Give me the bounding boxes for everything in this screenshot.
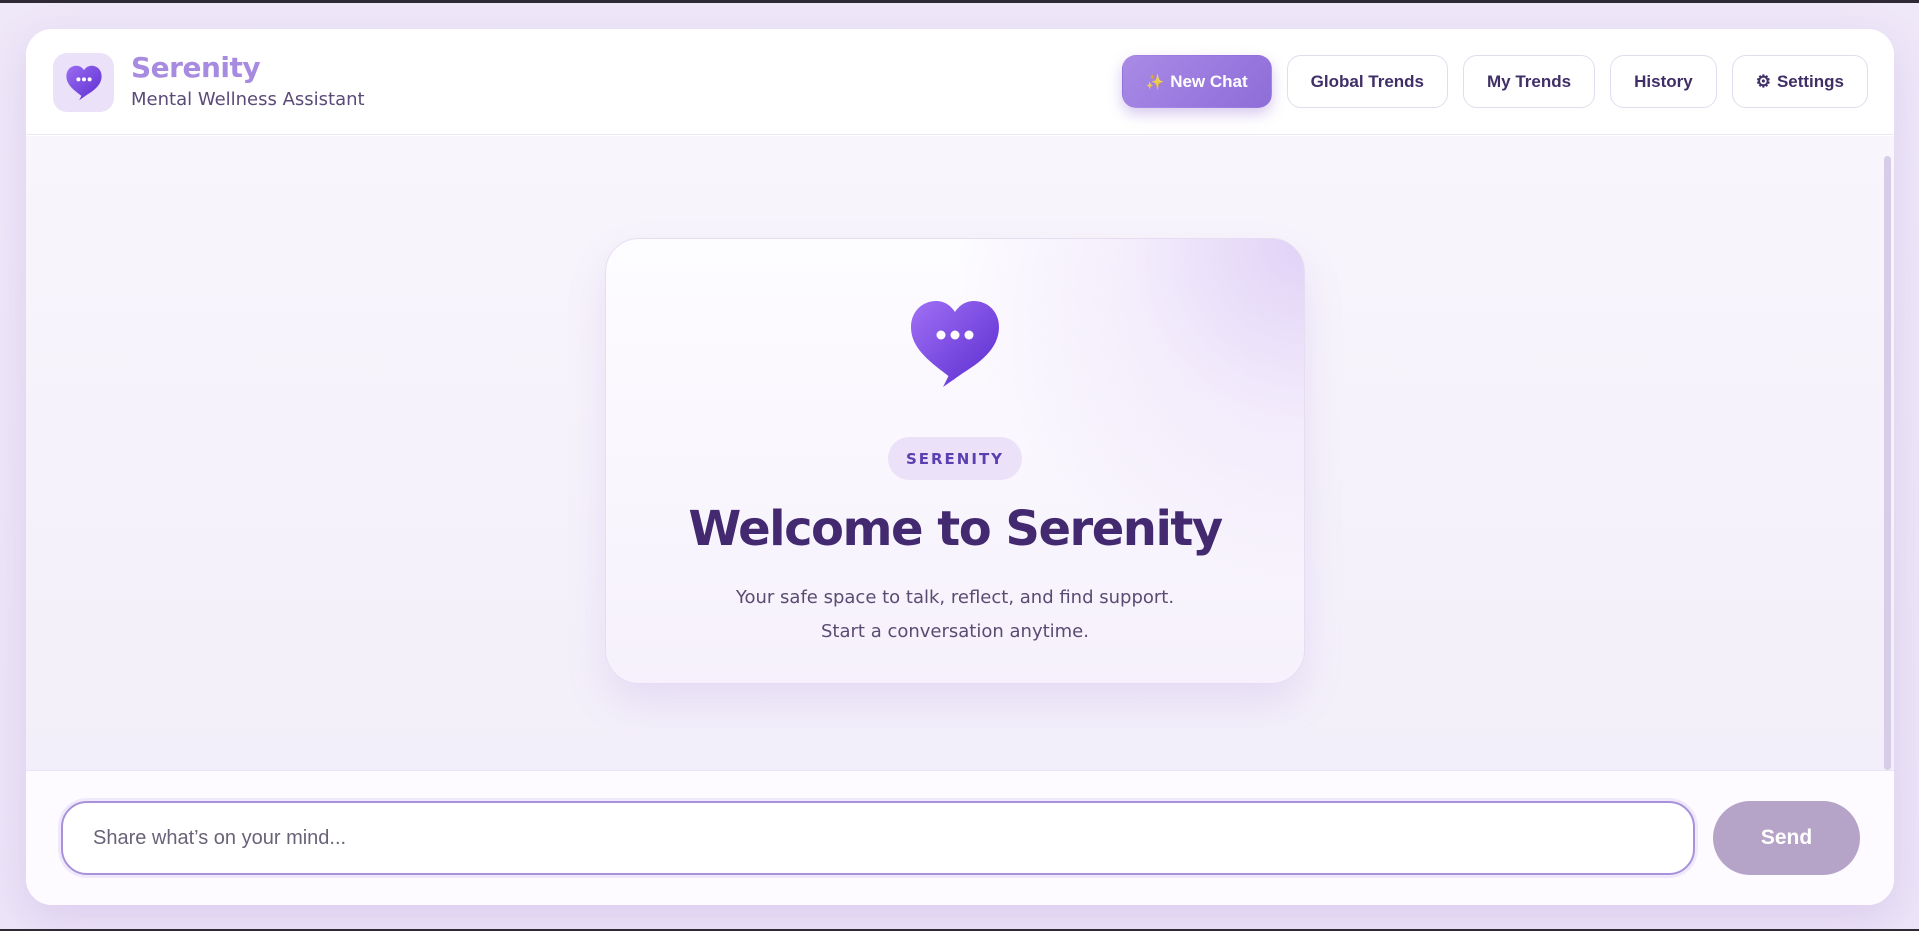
- sparkle-icon: ✨: [1145, 73, 1165, 91]
- header: Serenity Mental Wellness Assistant ✨ New…: [26, 29, 1894, 135]
- top-nav: ✨ New Chat Global Trends My Trends Histo…: [1121, 55, 1868, 108]
- new-chat-button[interactable]: ✨ New Chat: [1121, 55, 1272, 108]
- settings-button[interactable]: ⚙ Settings: [1731, 55, 1868, 108]
- welcome-card: SERENITY Welcome to Serenity Your safe s…: [605, 238, 1305, 684]
- brand-title: Serenity: [131, 51, 261, 84]
- history-button[interactable]: History: [1610, 55, 1717, 108]
- heart-chat-icon: [911, 301, 999, 387]
- message-input[interactable]: [61, 801, 1695, 875]
- composer: Send: [26, 770, 1894, 905]
- welcome-title: Welcome to Serenity: [688, 501, 1223, 557]
- scrollbar[interactable]: [1884, 156, 1891, 770]
- heart-chat-icon: [65, 65, 102, 100]
- my-trends-label: My Trends: [1487, 71, 1572, 91]
- tagline-line-2: Start a conversation anytime.: [821, 621, 1089, 642]
- tagline-line-1: Your safe space to talk, reflect, and fi…: [735, 587, 1175, 608]
- new-chat-label: New Chat: [1170, 71, 1248, 91]
- global-trends-button[interactable]: Global Trends: [1286, 55, 1449, 108]
- logo: [53, 53, 114, 112]
- chat-area: SERENITY Welcome to Serenity Your safe s…: [26, 136, 1894, 770]
- window-top-border: [0, 0, 1919, 3]
- gear-icon: ⚙: [1755, 71, 1771, 91]
- app-window: Serenity Mental Wellness Assistant ✨ New…: [26, 29, 1894, 905]
- send-button[interactable]: Send: [1713, 801, 1860, 875]
- brand-badge: SERENITY: [887, 437, 1023, 480]
- brand-subtitle: Mental Wellness Assistant: [131, 89, 365, 110]
- history-label: History: [1634, 71, 1693, 91]
- my-trends-button[interactable]: My Trends: [1463, 55, 1596, 108]
- settings-label: Settings: [1776, 71, 1844, 91]
- welcome-tagline: Your safe space to talk, reflect, and fi…: [606, 581, 1304, 649]
- global-trends-label: Global Trends: [1310, 71, 1425, 91]
